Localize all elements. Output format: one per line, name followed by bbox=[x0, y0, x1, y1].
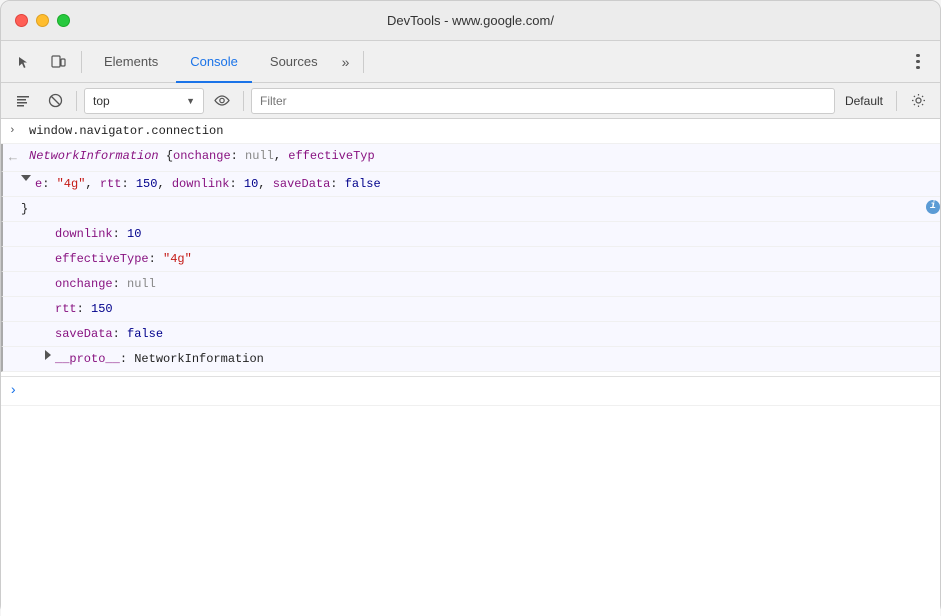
default-level-label: Default bbox=[839, 94, 889, 108]
prop-downlink: downlink: 10 bbox=[1, 222, 940, 247]
prop-effectivetype: effectiveType: "4g" bbox=[1, 247, 940, 272]
proto-expand-icon bbox=[45, 350, 51, 360]
bottom-input-area[interactable] bbox=[29, 380, 940, 396]
proto-key: __proto__ bbox=[55, 352, 120, 366]
prop-val-onchange: null bbox=[127, 277, 156, 291]
device-toggle-button[interactable] bbox=[43, 48, 73, 76]
bottom-prompt-icon: › bbox=[9, 380, 23, 402]
output-prompt: ← bbox=[9, 147, 23, 168]
console-toolbar: top ▼ Default bbox=[1, 83, 940, 119]
proto-value: NetworkInformation bbox=[134, 352, 264, 366]
prop-savedata: saveData: false bbox=[1, 322, 940, 347]
prop-val-downlink: 10 bbox=[127, 227, 141, 241]
console-closing-brace: } i bbox=[1, 197, 940, 222]
toolbar-right bbox=[904, 48, 932, 76]
tab-elements[interactable]: Elements bbox=[90, 41, 172, 83]
output-summary-line1: NetworkInformation {onchange: null, effe… bbox=[29, 147, 940, 165]
expand-triangle-icon bbox=[21, 175, 31, 181]
console-toolbar-divider bbox=[76, 91, 77, 111]
context-label: top bbox=[93, 94, 110, 108]
toolbar-divider-1 bbox=[81, 51, 82, 73]
closing-brace: } bbox=[21, 200, 922, 218]
block-console-button[interactable] bbox=[41, 88, 69, 114]
console-settings-button[interactable] bbox=[904, 88, 932, 114]
prop-rtt: rtt: 150 bbox=[1, 297, 940, 322]
cursor-tool-button[interactable] bbox=[9, 48, 39, 76]
input-prompt: › bbox=[9, 122, 23, 140]
eye-button[interactable] bbox=[208, 88, 236, 114]
titlebar: DevTools - www.google.com/ bbox=[1, 1, 940, 41]
context-selector[interactable]: top ▼ bbox=[84, 88, 204, 114]
console-divider-2 bbox=[243, 91, 244, 111]
window-title: DevTools - www.google.com/ bbox=[387, 13, 554, 28]
prop-key-effectivetype: effectiveType bbox=[55, 252, 149, 266]
main-toolbar: Elements Console Sources » bbox=[1, 41, 940, 83]
console-output-entry: ← NetworkInformation {onchange: null, ef… bbox=[1, 144, 940, 172]
close-button[interactable] bbox=[15, 14, 28, 27]
prop-proto[interactable]: __proto__: NetworkInformation bbox=[1, 347, 940, 372]
info-badge[interactable]: i bbox=[926, 200, 940, 214]
prop-val-rtt: 150 bbox=[91, 302, 113, 316]
output-summary-line2: e: "4g", rtt: 150, downlink: 10, saveDat… bbox=[35, 175, 940, 193]
console-input-text[interactable]: window.navigator.connection bbox=[29, 122, 940, 140]
clear-console-button[interactable] bbox=[9, 88, 37, 114]
prop-key-rtt: rtt bbox=[55, 302, 77, 316]
console-output-line2[interactable]: e: "4g", rtt: 150, downlink: 10, saveDat… bbox=[1, 172, 940, 197]
prop-key-savedata: saveData bbox=[55, 327, 113, 341]
console-input-entry: › window.navigator.connection bbox=[1, 119, 940, 144]
prop-onchange: onchange: null bbox=[1, 272, 940, 297]
console-divider-3 bbox=[896, 91, 897, 111]
devtools-menu-button[interactable] bbox=[904, 48, 932, 76]
tab-console[interactable]: Console bbox=[176, 41, 252, 83]
prop-val-effectivetype: "4g" bbox=[163, 252, 192, 266]
prop-key-onchange: onchange bbox=[55, 277, 113, 291]
toolbar-divider-2 bbox=[363, 51, 364, 73]
maximize-button[interactable] bbox=[57, 14, 70, 27]
console-bottom-prompt[interactable]: › bbox=[1, 376, 940, 406]
more-tabs-button[interactable]: » bbox=[336, 48, 356, 76]
ni-classname: NetworkInformation bbox=[29, 149, 166, 163]
context-selector-arrow: ▼ bbox=[186, 96, 195, 106]
tab-sources[interactable]: Sources bbox=[256, 41, 332, 83]
prop-val-savedata: false bbox=[127, 327, 163, 341]
traffic-lights bbox=[15, 14, 70, 27]
minimize-button[interactable] bbox=[36, 14, 49, 27]
prop-key-downlink: downlink bbox=[55, 227, 113, 241]
filter-input[interactable] bbox=[251, 88, 835, 114]
console-content: › window.navigator.connection ← NetworkI… bbox=[1, 119, 940, 616]
